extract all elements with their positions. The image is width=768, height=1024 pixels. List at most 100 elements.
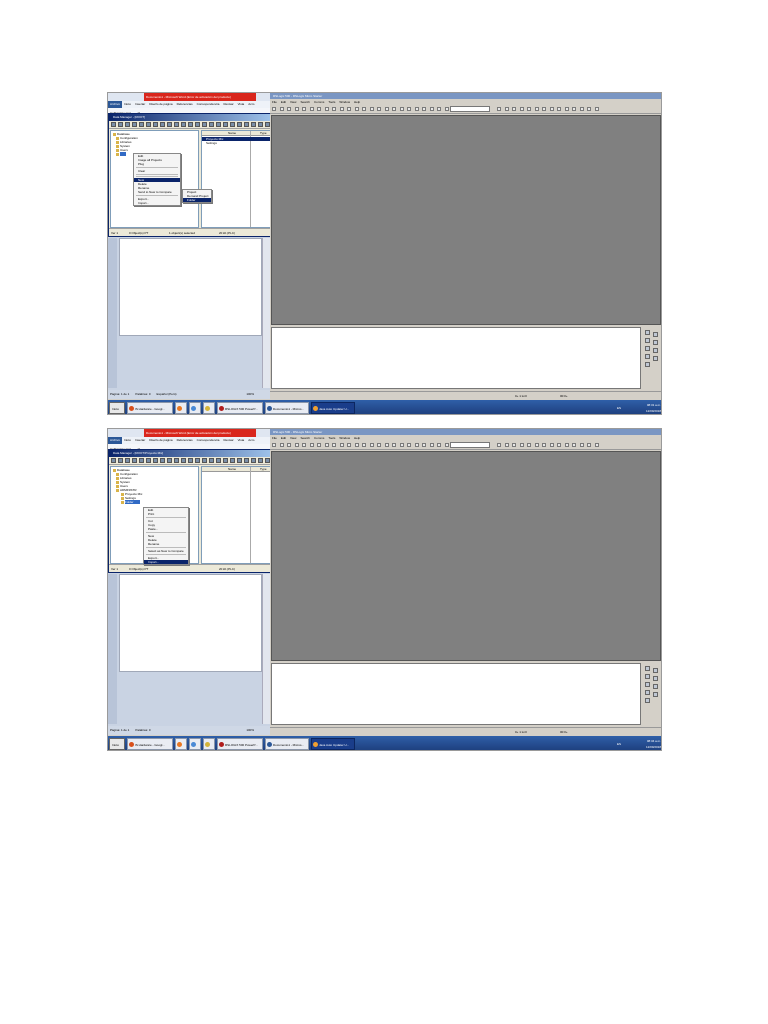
toolbar-button-icon[interactable] <box>549 443 554 447</box>
toolbar-button-icon[interactable] <box>534 443 539 447</box>
toolbar-button-icon[interactable] <box>542 107 546 111</box>
taskbar-button[interactable] <box>175 402 187 414</box>
system-clock[interactable]: 08:31 a.m. 12/09/2018 <box>646 402 661 414</box>
toolbar-button-icon[interactable] <box>377 107 381 111</box>
taskbar-button[interactable] <box>189 738 201 750</box>
toolbar-button-icon[interactable] <box>230 458 235 463</box>
toolbar-button-icon[interactable] <box>302 443 306 447</box>
toolbar-button-icon[interactable] <box>174 122 179 127</box>
toolbar-button-icon[interactable] <box>160 122 165 127</box>
word-tab-insertar[interactable]: Insertar <box>133 101 147 108</box>
tree-node[interactable]: Folder <box>113 500 196 504</box>
menu-item[interactable]: Clear <box>134 169 180 173</box>
toolbar-button-icon[interactable] <box>125 458 130 463</box>
toolbar-button-icon[interactable] <box>153 458 158 463</box>
toolbar-button-icon[interactable] <box>237 122 242 127</box>
toolbar-button-icon[interactable] <box>237 458 242 463</box>
toolbar-button-icon[interactable] <box>223 458 228 463</box>
menu-item[interactable]: Send to New to Compare <box>134 190 180 194</box>
toolbar-button-icon[interactable] <box>354 107 359 111</box>
toolbar-button-icon[interactable] <box>111 122 116 127</box>
toolbar-button-icon[interactable] <box>324 443 329 447</box>
language-indicator[interactable]: ES <box>617 402 621 414</box>
word-tab-inicio[interactable]: Inicio <box>122 437 133 444</box>
word-tab-archivo[interactable]: Archivo <box>108 101 123 108</box>
processor-combo[interactable] <box>450 442 490 448</box>
toolbar-button-icon[interactable] <box>209 122 214 127</box>
palette-icon[interactable] <box>645 690 650 695</box>
toolbar-button-icon[interactable] <box>188 122 193 127</box>
toolbar-button-icon[interactable] <box>369 107 374 111</box>
toolbar-button-icon[interactable] <box>399 107 404 111</box>
word-tab-vista[interactable]: Vista <box>236 437 247 444</box>
toolbar-button-icon[interactable] <box>444 107 449 111</box>
word-tab-correspondencia[interactable]: Correspondencia <box>195 101 222 108</box>
taskbar-button[interactable]: Java Auto Updater U... <box>311 738 355 750</box>
toolbar-button-icon[interactable] <box>324 107 329 111</box>
toolbar-button-icon[interactable] <box>309 107 314 111</box>
toolbar-button-icon[interactable] <box>564 107 569 111</box>
toolbar-button-icon[interactable] <box>111 458 116 463</box>
toolbar-button-icon[interactable] <box>230 122 235 127</box>
taskbar-button[interactable] <box>203 738 215 750</box>
toolbar-button-icon[interactable] <box>251 122 256 127</box>
word-tab-correspondencia[interactable]: Correspondencia <box>195 437 222 444</box>
toolbar-button-icon[interactable] <box>279 107 284 111</box>
toolbar-button-icon[interactable] <box>392 443 396 447</box>
ladder-workspace[interactable] <box>271 451 661 661</box>
menu-item[interactable]: Plug <box>134 162 180 166</box>
word-tab-insertar[interactable]: Insertar <box>133 437 147 444</box>
word-tab-revisar[interactable]: Revisar <box>221 437 235 444</box>
word-tab-dise-o-de-p-gina[interactable]: Diseño de página <box>147 437 174 444</box>
toolbar-button-icon[interactable] <box>429 107 434 111</box>
toolbar-button-icon[interactable] <box>153 122 158 127</box>
word-tab-vista[interactable]: Vista <box>236 101 247 108</box>
toolbar-button-icon[interactable] <box>309 443 314 447</box>
word-tab-referencias[interactable]: Referencias <box>175 437 195 444</box>
toolbar-button-icon[interactable] <box>332 443 336 447</box>
toolbar-button-icon[interactable] <box>572 107 576 111</box>
toolbar-button-icon[interactable] <box>223 122 228 127</box>
taskbar-button[interactable] <box>175 738 187 750</box>
word-document-page[interactable] <box>119 574 262 672</box>
toolbar-button-icon[interactable] <box>132 122 137 127</box>
toolbar-button-icon[interactable] <box>429 443 434 447</box>
toolbar-button-icon[interactable] <box>362 107 366 111</box>
toolbar-button-icon[interactable] <box>527 107 531 111</box>
toolbar-button-icon[interactable] <box>407 107 411 111</box>
word-tab-archivo[interactable]: Archivo <box>108 437 123 444</box>
toolbar-button-icon[interactable] <box>587 443 591 447</box>
menu-item[interactable]: Print <box>144 512 188 516</box>
word-vertical-scrollbar[interactable] <box>262 238 270 388</box>
toolbar-button-icon[interactable] <box>497 107 501 111</box>
taskbar-button[interactable]: RSLOGIX 500 PowerP... <box>217 402 263 414</box>
palette-icon[interactable] <box>653 332 658 337</box>
toolbar-button-icon[interactable] <box>572 443 576 447</box>
toolbar-button-icon[interactable] <box>497 443 501 447</box>
toolbar-button-icon[interactable] <box>195 458 200 463</box>
menu-item[interactable]: Rename <box>144 542 188 546</box>
toolbar-button-icon[interactable] <box>258 122 263 127</box>
column-header[interactable]: Name <box>228 131 236 136</box>
palette-icon[interactable] <box>645 338 650 343</box>
word-tab-dise-o-de-p-gina[interactable]: Diseño de página <box>147 101 174 108</box>
ladder-workspace[interactable] <box>271 115 661 325</box>
toolbar-button-icon[interactable] <box>339 107 344 111</box>
taskbar-button[interactable]: IS Hardware - Googl... <box>127 738 173 750</box>
palette-icon[interactable] <box>645 362 650 367</box>
toolbar-button-icon[interactable] <box>407 443 411 447</box>
palette-icon[interactable] <box>645 354 650 359</box>
palette-icon[interactable] <box>645 682 650 687</box>
language-indicator[interactable]: ES <box>617 738 621 750</box>
toolbar-button-icon[interactable] <box>564 443 569 447</box>
toolbar-button-icon[interactable] <box>422 107 426 111</box>
processor-combo[interactable] <box>450 106 490 112</box>
toolbar-button-icon[interactable] <box>202 458 207 463</box>
toolbar-button-icon[interactable] <box>118 458 123 463</box>
taskbar-button[interactable] <box>203 402 215 414</box>
system-clock[interactable]: 08:34 a.m. 12/09/2018 <box>646 738 661 750</box>
toolbar-button-icon[interactable] <box>294 107 299 111</box>
toolbar-button-icon[interactable] <box>437 107 441 111</box>
toolbar-button-icon[interactable] <box>244 458 249 463</box>
taskbar-button[interactable] <box>189 402 201 414</box>
